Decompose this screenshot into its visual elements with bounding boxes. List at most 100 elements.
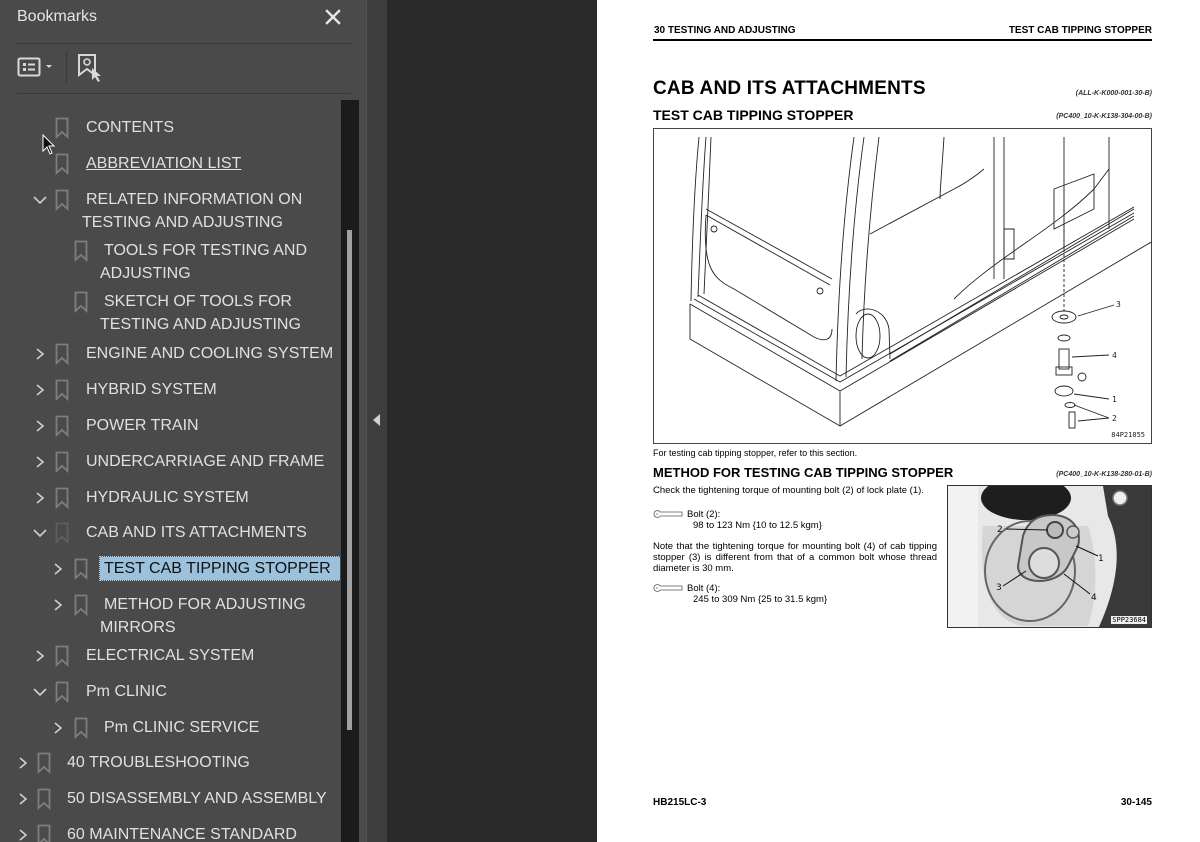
chevron-right-icon[interactable]: [16, 756, 30, 770]
bookmark-icon: [55, 189, 69, 211]
bookmark-icon: [55, 681, 69, 703]
bookmark-label: 50 DISASSEMBLY AND ASSEMBLY: [67, 790, 327, 807]
chevron-right-icon[interactable]: [16, 792, 30, 806]
bookmark-icon: [55, 487, 69, 509]
find-current-bookmark-button[interactable]: [77, 53, 103, 83]
page-header-chapter: 30 TESTING AND ADJUSTING: [654, 25, 796, 36]
chevron-down-icon[interactable]: [33, 526, 47, 540]
section-code: (PC400_10-K-K138-304-00-B): [1056, 113, 1152, 120]
bookmark-icon: [37, 824, 51, 842]
page-footer-model: HB215LC-3: [653, 797, 707, 808]
bookmark-icon: [74, 717, 88, 739]
bookmark-icon: [37, 752, 51, 774]
chevron-right-icon[interactable]: [33, 455, 47, 469]
page-header-section: TEST CAB TIPPING STOPPER: [1008, 25, 1152, 36]
bookmark-icon: [55, 153, 69, 175]
photo-callout-1: 1: [1098, 554, 1104, 564]
method-title: METHOD FOR TESTING CAB TIPPING STOPPER: [653, 465, 954, 480]
bookmark-label: HYBRID SYSTEM: [86, 381, 217, 398]
bookmark-icon: [55, 522, 69, 544]
chevron-down-icon[interactable]: [33, 685, 47, 699]
instruction-paragraph: Check the tightening torque of mounting …: [653, 485, 924, 496]
callout-3: 3: [1116, 300, 1121, 309]
bookmark-icon: [74, 594, 88, 616]
section-title: TEST CAB TIPPING STOPPER: [653, 107, 854, 123]
panel-title: Bookmarks: [17, 8, 98, 25]
divider: [17, 93, 351, 94]
callout-4: 4: [1112, 351, 1117, 360]
callout-1: 1: [1112, 395, 1117, 404]
stopper-photo: 2 1 3 4 SPP23684: [947, 485, 1152, 628]
method-code: (PC400_10-K-K138-280-01-B): [1056, 471, 1152, 478]
document-page: 30 TESTING AND ADJUSTING TEST CAB TIPPIN…: [597, 0, 1200, 842]
photo-id: SPP23684: [1111, 616, 1147, 624]
wrench-icon: [653, 584, 683, 593]
caret-left-icon: [373, 414, 380, 426]
cab-line-drawing: 3 4 1 2: [689, 136, 1151, 429]
photo-callout-2: 2: [997, 525, 1003, 535]
chevron-down-icon[interactable]: [33, 193, 47, 207]
figure-id: 84P21855: [1111, 431, 1145, 439]
collapse-panel-button[interactable]: [372, 412, 382, 426]
photo-callout-3: 3: [996, 583, 1002, 593]
torque-label: Bolt (4):: [687, 583, 721, 594]
close-icon[interactable]: [322, 6, 344, 28]
bookmark-label: Pm CLINIC: [86, 683, 167, 700]
bookmark-icon: [55, 379, 69, 401]
find-current-bookmark-icon: [78, 54, 101, 82]
bookmark-icon: [74, 558, 88, 580]
stopper-photo-image: 2 1 3 4: [948, 486, 1151, 627]
torque-value: 98 to 123 Nm {10 to 12.5 kgm}: [693, 520, 822, 531]
bookmark-label: TEST CAB TIPPING STOPPER: [99, 556, 340, 581]
bookmark-options-button[interactable]: [17, 56, 57, 80]
bookmark-label: ENGINE AND COOLING SYSTEM: [86, 345, 334, 362]
bookmark-options-icon: [17, 57, 52, 77]
torque-spec-bolt-4: Bolt (4): 245 to 309 Nm {25 to 31.5 kgm}: [653, 583, 827, 605]
bookmark-icon: [55, 117, 69, 139]
bookmark-label: SKETCH OF TOOLS FOR TESTING AND ADJUSTIN…: [100, 293, 301, 333]
divider: [17, 43, 351, 44]
bookmark-label: 40 TROUBLESHOOTING: [67, 754, 250, 771]
bookmark-icon: [55, 343, 69, 365]
bookmark-scrollbar-thumb[interactable]: [347, 230, 352, 730]
cab-diagram-figure: 3 4 1 2 84P21855: [653, 128, 1152, 444]
chevron-right-icon[interactable]: [33, 491, 47, 505]
bookmark-icon: [74, 291, 88, 313]
bookmark-label: CONTENTS: [86, 119, 174, 136]
pdf-viewer: Bookmarks CONTENTS ABBREVIATION LIST RELAT…: [0, 0, 1200, 842]
torque-label: Bolt (2):: [687, 509, 721, 520]
chevron-right-icon[interactable]: [33, 383, 47, 397]
chevron-right-icon[interactable]: [16, 828, 30, 842]
bookmark-label: CAB AND ITS ATTACHMENTS: [86, 524, 307, 541]
chevron-right-icon[interactable]: [51, 598, 65, 612]
chevron-right-icon[interactable]: [51, 562, 65, 576]
bookmark-label: Pm CLINIC SERVICE: [104, 719, 260, 736]
bookmark-label: ELECTRICAL SYSTEM: [86, 647, 255, 664]
wrench-icon: [653, 510, 683, 519]
title-code: (ALL-K-K000-001-30-B): [1075, 90, 1152, 97]
figure-caption: For testing cab tipping stopper, refer t…: [653, 448, 858, 458]
mouse-cursor-icon: [42, 134, 56, 155]
bookmark-label: TOOLS FOR TESTING AND ADJUSTING: [100, 242, 307, 282]
bookmark-icon: [37, 788, 51, 810]
note-paragraph: Note that the tightening torque for moun…: [653, 541, 937, 574]
chevron-right-icon[interactable]: [33, 419, 47, 433]
bookmark-label: HYDRAULIC SYSTEM: [86, 489, 249, 506]
bookmark-label: POWER TRAIN: [86, 417, 199, 434]
page-number: 30-145: [1120, 797, 1152, 808]
toolbar-separator: [66, 51, 67, 83]
bookmark-tree: CONTENTS ABBREVIATION LIST RELATED INFORMA…: [0, 100, 340, 842]
photo-callout-4: 4: [1091, 593, 1097, 603]
callout-2: 2: [1112, 414, 1117, 423]
bookmark-icon: [55, 645, 69, 667]
bookmark-icon: [74, 240, 88, 262]
chevron-right-icon[interactable]: [33, 649, 47, 663]
chevron-right-icon[interactable]: [33, 347, 47, 361]
bookmarks-panel: Bookmarks CONTENTS ABBREVIATION LIST RELAT…: [0, 0, 366, 842]
bookmark-label: RELATED INFORMATION ON TESTING AND ADJUS…: [82, 191, 303, 231]
bookmark-label: ABBREVIATION LIST: [86, 155, 242, 172]
chevron-right-icon[interactable]: [51, 721, 65, 735]
header-rule: [653, 39, 1152, 41]
torque-value: 245 to 309 Nm {25 to 31.5 kgm}: [693, 594, 828, 605]
bookmark-icon: [55, 451, 69, 473]
